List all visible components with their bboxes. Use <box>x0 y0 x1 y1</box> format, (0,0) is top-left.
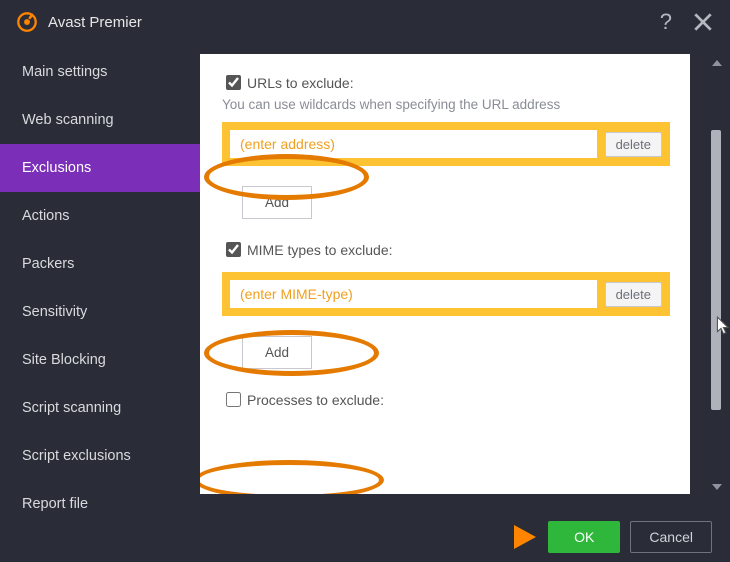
mime-add-button[interactable]: Add <box>242 336 312 369</box>
window-title: Avast Premier <box>48 14 142 31</box>
sidebar-item-label: Script scanning <box>22 400 121 416</box>
scrollbar[interactable] <box>710 60 724 490</box>
annotation-ellipse-processes <box>200 460 384 494</box>
scroll-thumb[interactable] <box>711 130 721 410</box>
annotation-arrow-icon <box>514 525 536 549</box>
section-urls: URLs to exclude: <box>222 72 670 93</box>
section-mime: MIME types to exclude: <box>222 239 670 260</box>
scroll-up-icon[interactable] <box>712 60 722 66</box>
sidebar-item-label: Exclusions <box>22 160 91 176</box>
content-wrap: URLs to exclude: You can use wildcards w… <box>200 44 730 512</box>
window: Avast Premier ? Main settings Web scanni… <box>0 0 730 562</box>
sidebar: Main settings Web scanning Exclusions Ac… <box>0 44 200 512</box>
mouse-cursor-icon <box>716 316 730 336</box>
urls-delete-button[interactable]: delete <box>605 132 662 157</box>
sidebar-item-packers[interactable]: Packers <box>0 240 200 288</box>
sidebar-item-sensitivity[interactable]: Sensitivity <box>0 288 200 336</box>
titlebar: Avast Premier ? <box>0 0 730 44</box>
sidebar-item-web-scanning[interactable]: Web scanning <box>0 96 200 144</box>
urls-help-text: You can use wildcards when specifying th… <box>222 97 670 112</box>
urls-input-placeholder: (enter address) <box>240 136 335 152</box>
body: Main settings Web scanning Exclusions Ac… <box>0 44 730 512</box>
urls-checkbox[interactable] <box>226 75 241 90</box>
sidebar-item-label: Web scanning <box>22 112 114 128</box>
footer: OK Cancel <box>0 512 730 562</box>
sidebar-item-exclusions[interactable]: Exclusions <box>0 144 200 192</box>
processes-title: Processes to exclude: <box>247 392 384 408</box>
sidebar-item-script-exclusions[interactable]: Script exclusions <box>0 432 200 480</box>
processes-checkbox[interactable] <box>226 392 241 407</box>
sidebar-item-label: Actions <box>22 208 70 224</box>
mime-input[interactable]: (enter MIME-type) <box>230 280 597 308</box>
urls-field-row: (enter address) delete <box>222 122 670 166</box>
sidebar-item-label: Packers <box>22 256 74 272</box>
sidebar-item-label: Sensitivity <box>22 304 87 320</box>
sidebar-item-label: Site Blocking <box>22 352 106 368</box>
sidebar-item-main-settings[interactable]: Main settings <box>0 48 200 96</box>
sidebar-item-script-scanning[interactable]: Script scanning <box>0 384 200 432</box>
content-panel: URLs to exclude: You can use wildcards w… <box>200 54 690 494</box>
urls-title: URLs to exclude: <box>247 75 354 91</box>
sidebar-item-label: Main settings <box>22 64 107 80</box>
mime-delete-button[interactable]: delete <box>605 282 662 307</box>
avast-logo-icon <box>16 11 38 33</box>
section-processes: Processes to exclude: <box>222 389 670 410</box>
cancel-button[interactable]: Cancel <box>630 521 712 553</box>
urls-add-button[interactable]: Add <box>242 186 312 219</box>
help-icon[interactable]: ? <box>660 9 672 35</box>
sidebar-item-label: Report file <box>22 496 88 512</box>
mime-input-placeholder: (enter MIME-type) <box>240 286 353 302</box>
ok-button[interactable]: OK <box>548 521 620 553</box>
mime-title: MIME types to exclude: <box>247 242 393 258</box>
mime-checkbox[interactable] <box>226 242 241 257</box>
urls-input[interactable]: (enter address) <box>230 130 597 158</box>
scroll-down-icon[interactable] <box>712 484 722 490</box>
sidebar-item-site-blocking[interactable]: Site Blocking <box>0 336 200 384</box>
sidebar-item-label: Script exclusions <box>22 448 131 464</box>
sidebar-item-actions[interactable]: Actions <box>0 192 200 240</box>
close-icon[interactable] <box>692 11 714 33</box>
mime-field-row: (enter MIME-type) delete <box>222 272 670 316</box>
